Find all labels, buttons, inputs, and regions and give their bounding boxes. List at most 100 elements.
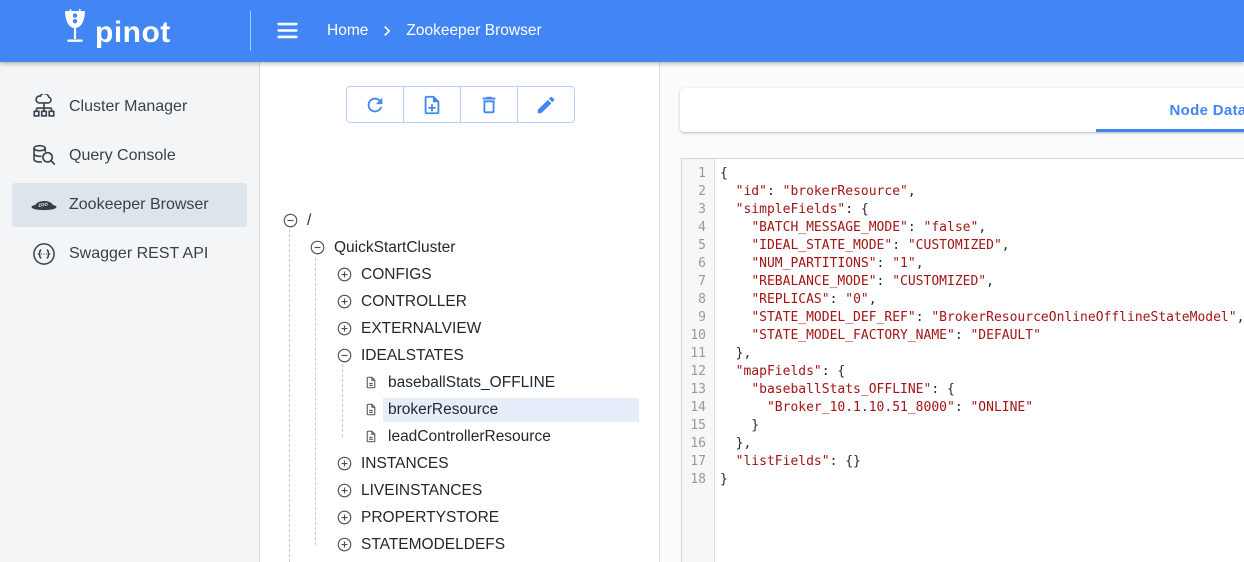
node-tab-bar: Node Data [680,88,1244,132]
line-number: 15 [682,417,714,435]
tree-node-configs[interactable]: CONFIGS [260,261,639,288]
tree-node-baseballstats-offline[interactable]: baseballStats_OFFLINE [260,369,639,396]
tree-node-label: baseballStats_OFFLINE [383,371,639,395]
line-number: 14 [682,399,714,417]
tree-node-idealstates[interactable]: IDEALSTATES [260,342,639,369]
collapse-circle-icon[interactable] [282,213,298,228]
expand-circle-icon[interactable] [336,294,352,309]
tree-node-zookeeper[interactable]: zookeeper [260,558,639,562]
code-line: }, [720,435,1244,453]
sidebar-item-cluster-manager[interactable]: Cluster Manager [12,85,247,129]
breadcrumb-home-link[interactable]: Home [327,22,368,40]
line-number: 18 [682,471,714,489]
code-line: } [720,471,1244,489]
code-line: "id": "brokerResource", [720,183,1244,201]
pinot-logo-text: pinot [95,11,171,55]
tree-node--[interactable]: / [260,207,639,234]
chevron-right-icon [377,21,397,41]
swagger-icon [30,241,58,267]
json-editor[interactable]: 123456789101112131415161718 { "id": "bro… [681,158,1244,562]
trash-icon [478,94,500,116]
line-number: 5 [682,237,714,255]
file-icon [363,429,379,444]
zk-node-tree: / QuickStartCluster CONFIGS CONTROLLER EXTER… [260,207,659,562]
line-number: 12 [682,363,714,381]
line-number: 8 [682,291,714,309]
sidebar-item-query-console[interactable]: Query Console [12,134,247,178]
app-header: pinot Home Zookeeper Browser [0,0,1244,62]
tree-node-controller[interactable]: CONTROLLER [260,288,639,315]
line-number: 16 [682,435,714,453]
tree-node-label: / [302,209,639,233]
code-line: "Broker_10.1.10.51_8000": "ONLINE" [720,399,1244,417]
file-icon [363,375,379,390]
tree-node-quickstartcluster[interactable]: QuickStartCluster [260,234,639,261]
line-number: 9 [682,309,714,327]
tree-node-label: CONTROLLER [356,290,639,314]
code-line: } [720,417,1244,435]
tree-node-label: IDEALSTATES [356,344,639,368]
tree-node-label: QuickStartCluster [329,236,639,260]
sidebar-item-label: Query Console [69,147,176,165]
tree-node-brokerresource[interactable]: brokerResource [260,396,639,423]
code-line: { [720,165,1244,183]
line-number: 11 [682,345,714,363]
zookeeper-tree-panel: / QuickStartCluster CONFIGS CONTROLLER EXTER… [260,62,660,562]
sidebar-item-label: Swagger REST API [69,245,208,263]
add-file-icon [421,94,443,116]
code-line: "simpleFields": { [720,201,1244,219]
tree-node-propertystore[interactable]: PROPERTYSTORE [260,504,639,531]
tree-toolbar [346,86,575,123]
tab-node-data[interactable]: Node Data [1096,88,1244,132]
tree-node-label: EXTERNALVIEW [356,317,639,341]
tree-node-externalview[interactable]: EXTERNALVIEW [260,315,639,342]
pinot-wine-glass-icon [60,9,90,56]
edit-node-button[interactable] [517,86,575,123]
expand-circle-icon[interactable] [336,267,352,282]
expand-circle-icon[interactable] [336,483,352,498]
line-number: 1 [682,165,714,183]
code-line: "NUM_PARTITIONS": "1", [720,255,1244,273]
header-divider [250,11,251,51]
expand-circle-icon[interactable] [336,321,352,336]
expand-circle-icon[interactable] [336,510,352,525]
code-line: "REPLICAS": "0", [720,291,1244,309]
cluster-manager-icon [30,94,58,120]
expand-circle-icon[interactable] [336,537,352,552]
tree-node-statemodeldefs[interactable]: STATEMODELDEFS [260,531,639,558]
code-line: "BATCH_MESSAGE_MODE": "false", [720,219,1244,237]
sidebar-item-swagger-rest-api[interactable]: Swagger REST API [12,232,247,276]
breadcrumb-current: Zookeeper Browser [406,22,541,40]
code-line: "IDEAL_STATE_MODE": "CUSTOMIZED", [720,237,1244,255]
add-node-button[interactable] [403,86,461,123]
code-line: "mapFields": { [720,363,1244,381]
sidebar-item-label: Zookeeper Browser [69,196,209,214]
code-line: "STATE_MODEL_FACTORY_NAME": "DEFAULT" [720,327,1244,345]
code-line: "REBALANCE_MODE": "CUSTOMIZED", [720,273,1244,291]
tree-node-label: LIVEINSTANCES [356,479,639,503]
sidebar-item-zookeeper-browser[interactable]: ZOOZookeeper Browser [12,183,247,227]
line-number: 6 [682,255,714,273]
sidebar-item-label: Cluster Manager [69,98,187,116]
pinot-logo[interactable]: pinot [60,9,171,56]
pencil-icon [535,94,557,116]
pinot-app: pinot Home Zookeeper Browser Cluster Man… [0,0,1244,562]
line-number: 3 [682,201,714,219]
tree-node-leadcontrollerresource[interactable]: leadControllerResource [260,423,639,450]
tree-node-label: brokerResource [383,398,639,422]
tree-node-instances[interactable]: INSTANCES [260,450,639,477]
collapse-circle-icon[interactable] [336,348,352,363]
expand-circle-icon[interactable] [336,456,352,471]
code-line: "baseballStats_OFFLINE": { [720,381,1244,399]
line-number: 13 [682,381,714,399]
menu-icon[interactable] [274,17,301,47]
active-tab-indicator [1096,129,1244,132]
tree-node-label: INSTANCES [356,452,639,476]
refresh-node-button[interactable] [346,86,404,123]
delete-node-button[interactable] [460,86,518,123]
collapse-circle-icon[interactable] [309,240,325,255]
tree-node-label: CONFIGS [356,263,639,287]
line-number: 17 [682,453,714,471]
tree-node-liveinstances[interactable]: LIVEINSTANCES [260,477,639,504]
code-line: "listFields": {} [720,453,1244,471]
